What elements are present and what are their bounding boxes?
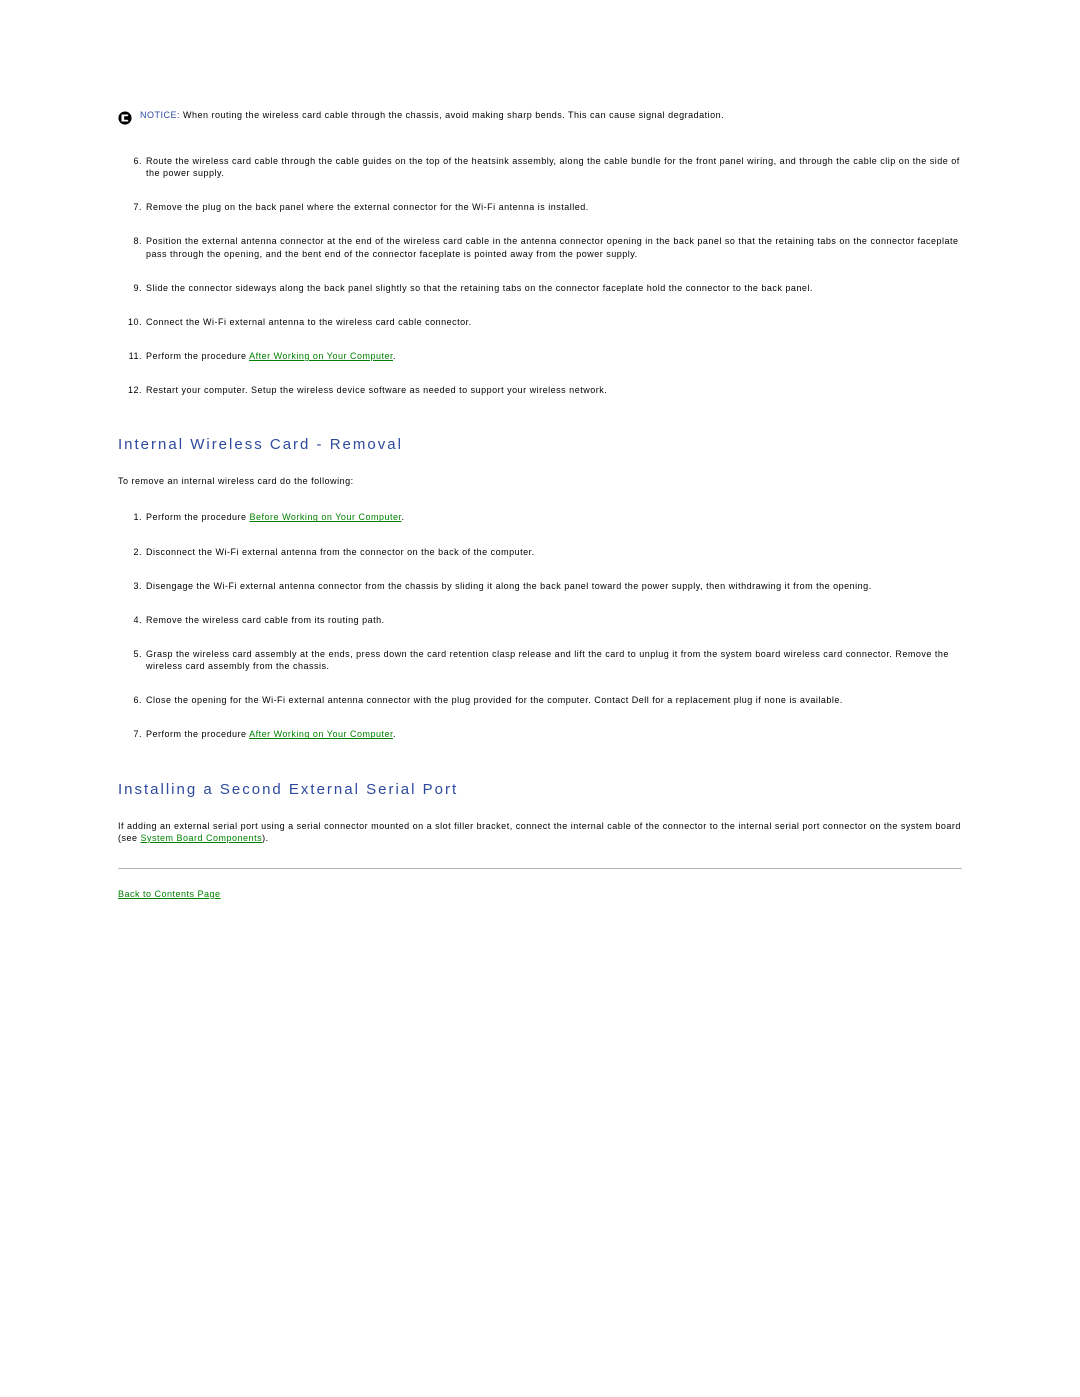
list-item: 9. Slide the connector sideways along th… bbox=[118, 282, 962, 294]
serial-para-suffix: ). bbox=[262, 833, 269, 843]
list-number: 11. bbox=[118, 350, 146, 362]
list-number: 6. bbox=[118, 694, 146, 706]
list-number: 7. bbox=[118, 201, 146, 213]
notice-label: NOTICE: bbox=[140, 110, 180, 120]
list-item: 7. Remove the plug on the back panel whe… bbox=[118, 201, 962, 213]
divider bbox=[118, 868, 962, 869]
list-item: 6. Close the opening for the Wi-Fi exter… bbox=[118, 694, 962, 706]
serial-heading: Installing a Second External Serial Port bbox=[118, 781, 962, 798]
notice-body: When routing the wireless card cable thr… bbox=[183, 110, 724, 120]
system-board-components-link[interactable]: System Board Components bbox=[141, 833, 263, 843]
list-number: 9. bbox=[118, 282, 146, 294]
after-working-link[interactable]: After Working on Your Computer bbox=[249, 351, 393, 361]
list-text-suffix: . bbox=[393, 729, 396, 739]
list-text: Close the opening for the Wi-Fi external… bbox=[146, 695, 843, 705]
list-number: 1. bbox=[118, 511, 146, 523]
back-to-contents-container: Back to Contents Page bbox=[118, 889, 962, 899]
list-text: Restart your computer. Setup the wireles… bbox=[146, 385, 607, 395]
list-text-prefix: Perform the procedure bbox=[146, 351, 249, 361]
list-item: 12. Restart your computer. Setup the wir… bbox=[118, 384, 962, 396]
list-number: 8. bbox=[118, 235, 146, 247]
list-item: 5. Grasp the wireless card assembly at t… bbox=[118, 648, 962, 672]
list-item: 1. Perform the procedure Before Working … bbox=[118, 511, 962, 523]
serial-paragraph: If adding an external serial port using … bbox=[118, 820, 962, 844]
removal-steps-list: 1. Perform the procedure Before Working … bbox=[118, 511, 962, 740]
notice-icon bbox=[118, 111, 132, 125]
notice-callout: NOTICE: When routing the wireless card c… bbox=[118, 110, 962, 125]
list-number: 3. bbox=[118, 580, 146, 592]
list-text: Disconnect the Wi-Fi external antenna fr… bbox=[146, 547, 535, 557]
notice-text: NOTICE: When routing the wireless card c… bbox=[140, 110, 724, 122]
list-text: Position the external antenna connector … bbox=[146, 236, 959, 258]
list-text: Slide the connector sideways along the b… bbox=[146, 283, 813, 293]
list-number: 7. bbox=[118, 728, 146, 740]
list-item: 11. Perform the procedure After Working … bbox=[118, 350, 962, 362]
list-item: 7. Perform the procedure After Working o… bbox=[118, 728, 962, 740]
back-to-contents-link[interactable]: Back to Contents Page bbox=[118, 889, 221, 899]
list-number: 12. bbox=[118, 384, 146, 396]
list-text-prefix: Perform the procedure bbox=[146, 512, 250, 522]
list-text: Grasp the wireless card assembly at the … bbox=[146, 649, 949, 671]
list-text: Remove the wireless card cable from its … bbox=[146, 615, 385, 625]
document-page: NOTICE: When routing the wireless card c… bbox=[0, 0, 1080, 1397]
removal-heading: Internal Wireless Card - Removal bbox=[118, 436, 962, 453]
list-text-prefix: Perform the procedure bbox=[146, 729, 249, 739]
list-text: Connect the Wi-Fi external antenna to th… bbox=[146, 317, 472, 327]
list-item: 8. Position the external antenna connect… bbox=[118, 235, 962, 259]
list-item: 6. Route the wireless card cable through… bbox=[118, 155, 962, 179]
install-steps-list: 6. Route the wireless card cable through… bbox=[118, 155, 962, 396]
list-text: Remove the plug on the back panel where … bbox=[146, 202, 589, 212]
before-working-link[interactable]: Before Working on Your Computer bbox=[250, 512, 402, 522]
after-working-link[interactable]: After Working on Your Computer bbox=[249, 729, 393, 739]
list-item: 10. Connect the Wi-Fi external antenna t… bbox=[118, 316, 962, 328]
list-text-suffix: . bbox=[393, 351, 396, 361]
list-number: 4. bbox=[118, 614, 146, 626]
list-item: 3. Disengage the Wi-Fi external antenna … bbox=[118, 580, 962, 592]
removal-intro: To remove an internal wireless card do t… bbox=[118, 475, 962, 487]
list-text-suffix: . bbox=[401, 512, 404, 522]
list-text: Disengage the Wi-Fi external antenna con… bbox=[146, 581, 872, 591]
list-item: 2. Disconnect the Wi-Fi external antenna… bbox=[118, 546, 962, 558]
list-number: 10. bbox=[118, 316, 146, 328]
list-text: Route the wireless card cable through th… bbox=[146, 156, 960, 178]
list-item: 4. Remove the wireless card cable from i… bbox=[118, 614, 962, 626]
list-number: 2. bbox=[118, 546, 146, 558]
list-number: 6. bbox=[118, 155, 146, 167]
list-number: 5. bbox=[118, 648, 146, 660]
